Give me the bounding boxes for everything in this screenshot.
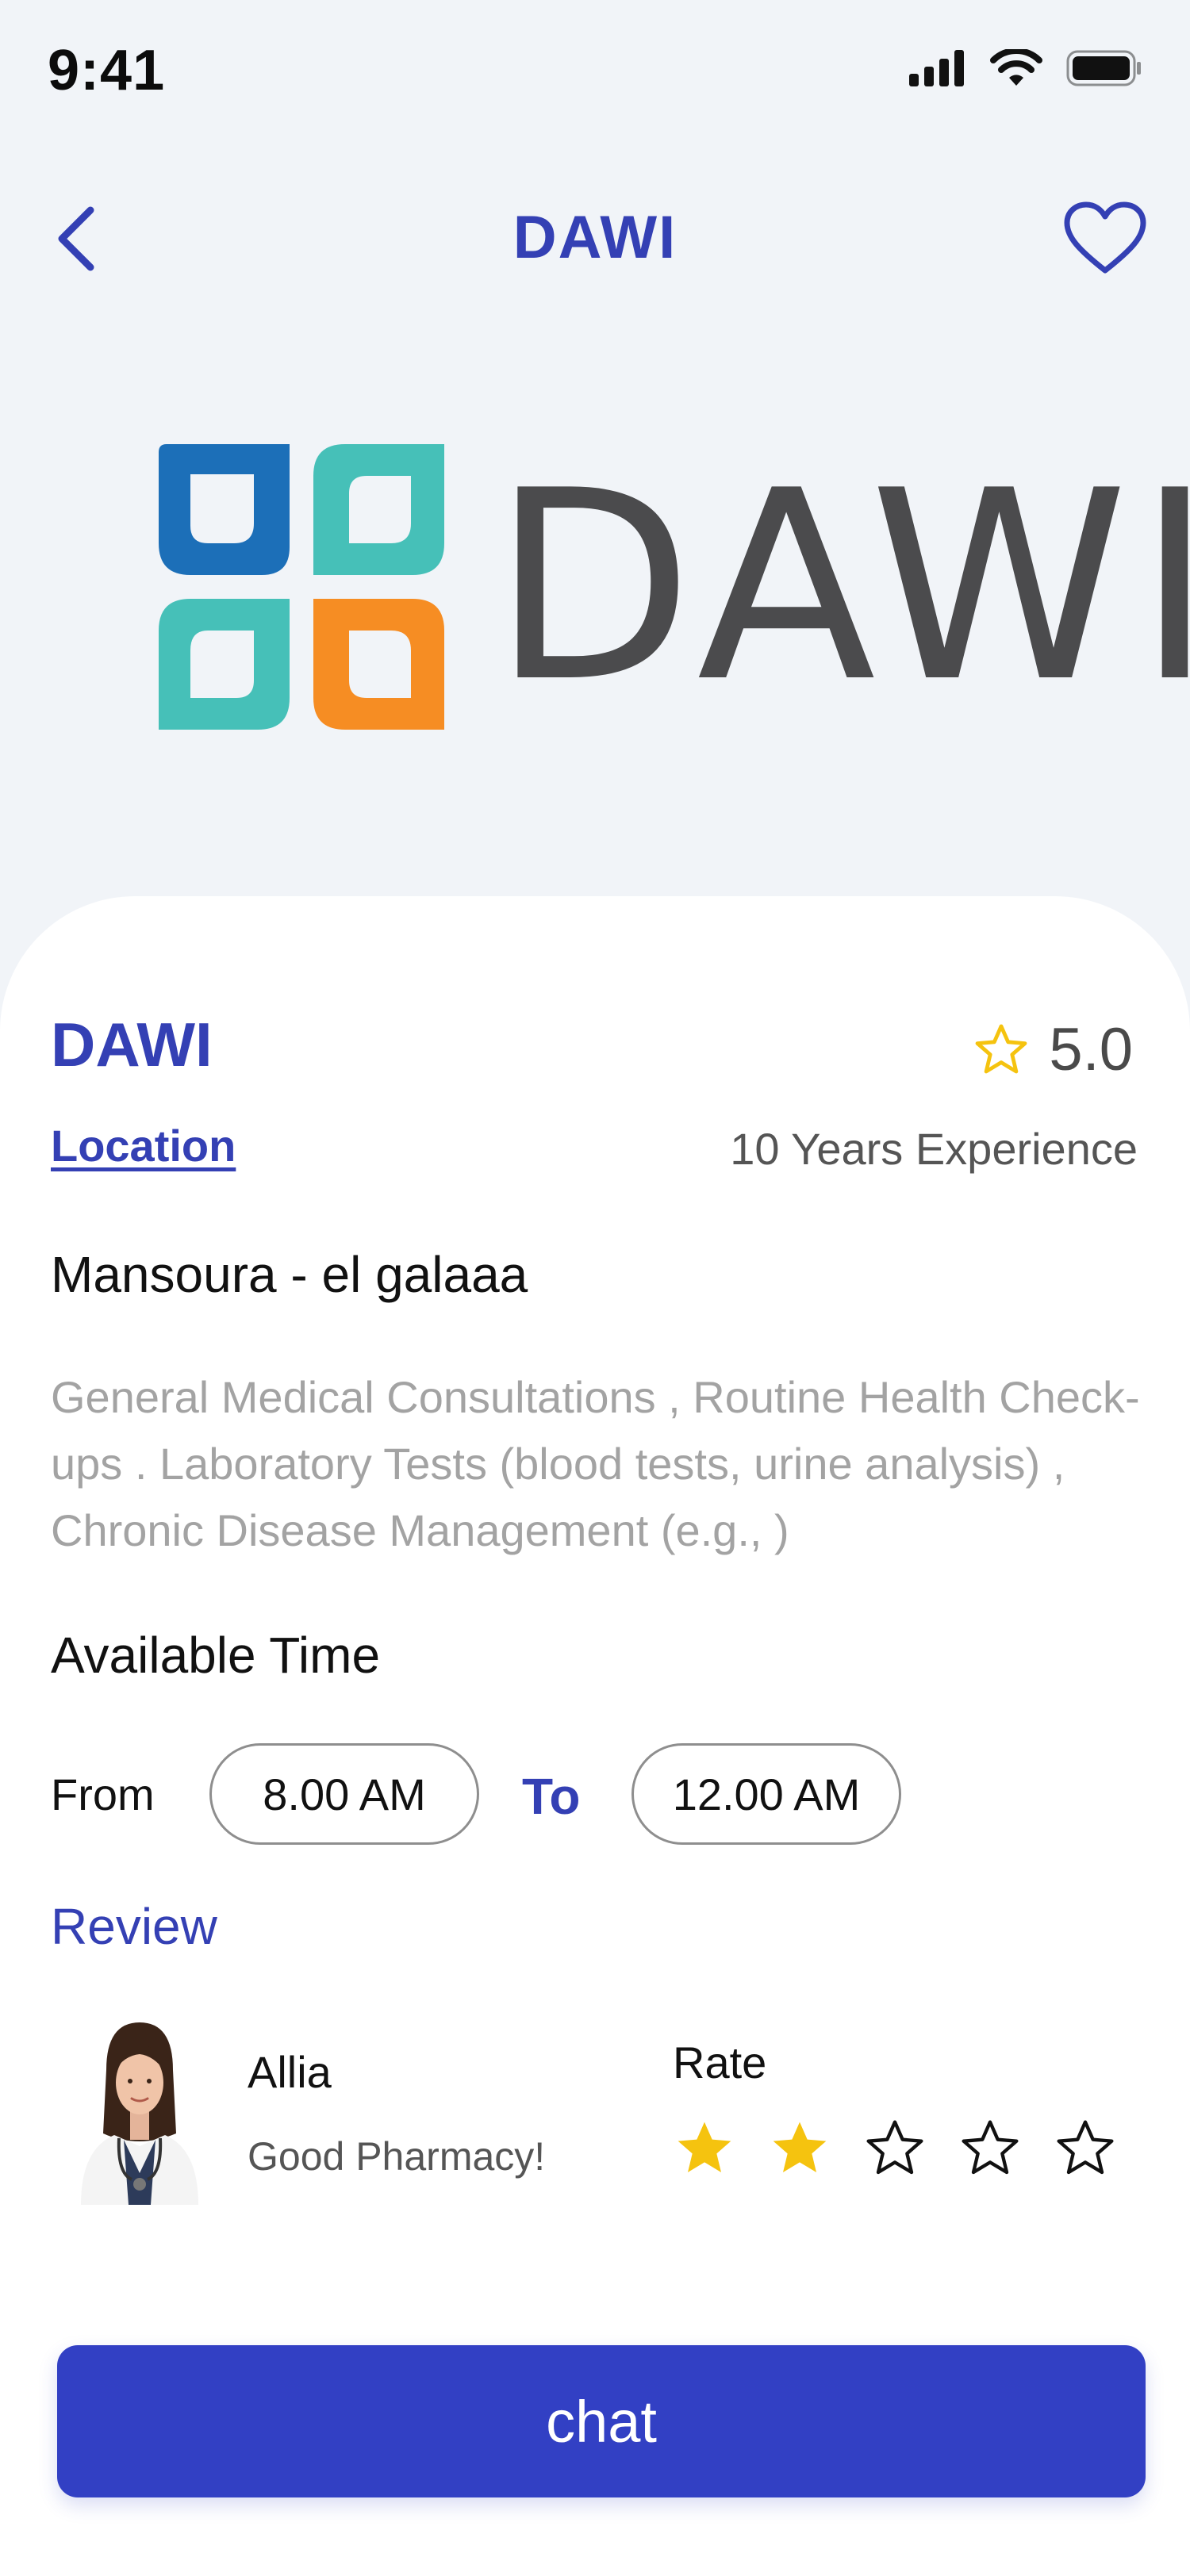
- available-time-title: Available Time: [51, 1627, 381, 1684]
- chat-button[interactable]: chat: [57, 2345, 1146, 2497]
- heart-icon: [1064, 201, 1146, 274]
- rating-value: 5.0: [1049, 1016, 1133, 1083]
- status-bar: 9:41: [0, 0, 1190, 143]
- details-card: DAWI 5.0 Location 10 Years Experience Ma…: [0, 896, 1190, 2576]
- rate-stars: [673, 2118, 1117, 2179]
- star-filled-icon: [678, 2122, 731, 2172]
- star-filled-icon: [773, 2122, 827, 2172]
- services-description: General Medical Consultations , Routine …: [51, 1372, 1140, 1555]
- signal-icon: [909, 50, 964, 86]
- wifi-icon: [990, 49, 1042, 86]
- to-time-pill[interactable]: 12.00 AM: [631, 1743, 901, 1845]
- location-link[interactable]: Location: [51, 1120, 236, 1171]
- logo-mark-icon: [159, 444, 444, 730]
- review-item: Allia Good Pharmacy! Rate: [51, 2014, 1146, 2205]
- rate-label: Rate: [673, 2037, 767, 2087]
- review-title: Review: [51, 1898, 217, 1955]
- time-row: From 8.00 AM To 12.00 AM: [51, 1743, 1146, 1845]
- experience: 10 Years Experience: [730, 1124, 1138, 1174]
- star-outline-icon: [866, 2120, 923, 2175]
- to-label: To: [522, 1768, 581, 1825]
- reviewer-name: Allia: [248, 2047, 332, 2097]
- page-title: DAWI: [512, 204, 678, 271]
- star-outline-icon: [1057, 2120, 1114, 2175]
- star-outline-icon: [975, 1024, 1027, 1073]
- review-text: Good Pharmacy!: [248, 2134, 546, 2179]
- from-time-pill[interactable]: 8.00 AM: [209, 1743, 479, 1845]
- battery-icon: [1066, 50, 1141, 86]
- favorite-button[interactable]: [1061, 198, 1149, 278]
- address: Mansoura - el galaaa: [51, 1246, 528, 1303]
- star-outline-icon: [962, 2120, 1019, 2175]
- logo-wordmark: DAWI: [492, 435, 1190, 739]
- rating: 5.0: [973, 1015, 1133, 1084]
- pharmacy-name: DAWI: [51, 1010, 213, 1079]
- header: DAWI: [0, 174, 1190, 301]
- status-time: 9:41: [48, 39, 166, 102]
- pharmacy-logo: DAWI: [159, 444, 1190, 738]
- from-label: From: [51, 1769, 155, 1819]
- avatar: [81, 2022, 198, 2205]
- status-icons: [909, 49, 1142, 87]
